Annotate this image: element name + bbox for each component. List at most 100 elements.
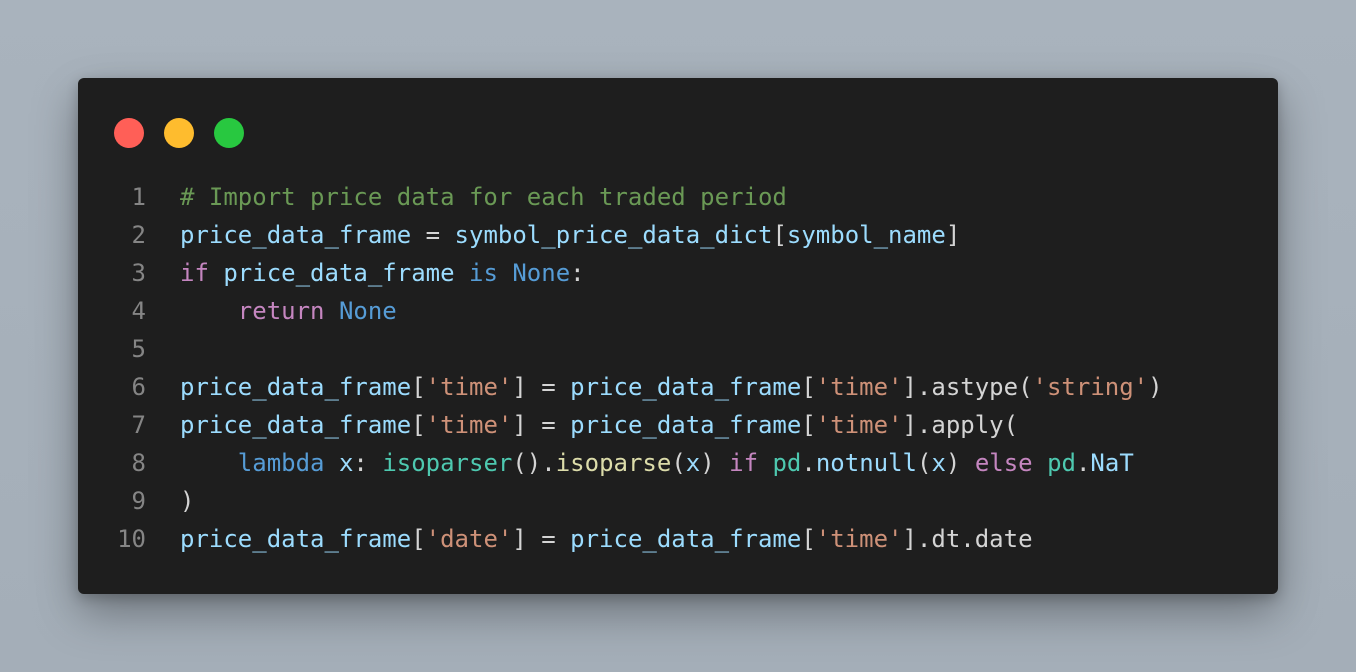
code-text: price_data_frame['date'] = price_data_fr… [180,520,1033,558]
code-token-plain: ) [1148,373,1163,401]
code-token-variable: NaT [1090,449,1134,477]
code-token-keyword-control: if [729,449,759,477]
code-token-plain: [ [801,373,816,401]
line-number: 2 [131,221,146,249]
code-token-plain: [ [801,525,816,553]
code-token-variable: price_data_frame [570,525,802,553]
code-token-plain: . [1075,449,1091,477]
code-line: 9) [106,482,1258,520]
code-token-variable: price_data_frame [180,221,412,249]
maximize-button[interactable] [214,118,244,148]
code-token-variable: x [338,449,354,477]
code-token-variable: price_data_frame [180,411,412,439]
code-token-string: 'time' [425,373,513,401]
code-text: price_data_frame = symbol_price_data_dic… [180,216,960,254]
line-number: 8 [131,449,146,477]
window-controls [114,118,244,148]
code-token-string: 'date' [425,525,513,553]
code-text: price_data_frame['time'] = price_data_fr… [180,368,1163,406]
code-line: 6 price_data_frame['time'] = price_data_f… [106,368,1258,406]
code-token-plain: : [353,449,383,477]
code-token-variable: price_data_frame [570,411,802,439]
code-token-keyword-control: else [974,449,1033,477]
code-text: lambda x: isoparser().isoparse(x) if pd.… [180,444,1134,482]
code-token-string: 'string' [1032,373,1149,401]
code-token-comment: # Import price data for each traded peri… [180,183,787,211]
code-token-class: pd [1047,449,1076,477]
code-token-keyword-control: if [180,259,209,287]
line-number: 9 [131,487,146,515]
code-token-variable: symbol_name [786,221,946,249]
line-number: 1 [131,183,146,211]
code-token-plain: ] = [512,373,571,401]
code-token-plain: ] = [512,525,571,553]
code-token-function: isoparse [555,449,672,477]
code-token-keyword: lambda [237,449,325,477]
code-block: 1 # Import price data for each traded per… [106,178,1258,558]
code-token-keyword-control: return [237,297,325,325]
code-token-class: isoparser [382,449,513,477]
code-token-plain: [ [772,221,787,249]
line-number: 3 [131,259,146,287]
code-token-variable: price_data_frame [570,373,802,401]
code-line: 7 price_data_frame['time'] = price_data_f… [106,406,1258,444]
code-token-plain: ] [945,221,961,249]
line-number: 5 [131,335,146,363]
code-token-plain: ] = [512,411,571,439]
line-number: 4 [131,297,146,325]
code-token-class: pd [772,449,802,477]
code-token-string: 'time' [425,411,513,439]
code-text: price_data_frame['time'] = price_data_fr… [180,406,1018,444]
code-token-string: 'time' [815,411,903,439]
code-token-plain: . [801,449,816,477]
code-token-keyword: is [469,259,498,287]
code-token-plain: ].astype( [902,373,1033,401]
code-token-string: 'time' [815,373,903,401]
code-line: 2 price_data_frame = symbol_price_data_di… [106,216,1258,254]
code-token-plain: ( [671,449,686,477]
code-line: 4 return None [106,292,1258,330]
code-token-keyword: None [338,297,397,325]
code-token-plain: ) [180,487,195,515]
code-token-variable: notnull [815,449,917,477]
code-token-plain: [ [411,373,426,401]
line-number: 10 [117,525,146,553]
code-text: return None [180,292,397,330]
code-line: 10 price_data_frame['date'] = price_data_… [106,520,1258,558]
code-text: # Import price data for each traded peri… [180,178,787,216]
line-number: 6 [131,373,146,401]
code-token-plain: ) [700,449,730,477]
line-number: 7 [131,411,146,439]
code-token-keyword: None [512,259,571,287]
code-token-variable: x [685,449,701,477]
code-text: ) [180,482,194,520]
code-window: 1 # Import price data for each traded per… [78,78,1278,594]
minimize-button[interactable] [164,118,194,148]
code-token-plain: ].apply( [902,411,1019,439]
code-token-plain: [ [411,411,426,439]
code-token-plain: : [570,259,585,287]
code-text: if price_data_frame is None: [180,254,585,292]
code-token-plain: ].dt.date [902,525,1033,553]
code-token-plain: ( [917,449,932,477]
code-token-string: 'time' [815,525,903,553]
code-token-plain: (). [512,449,556,477]
code-token-variable: price_data_frame [180,525,412,553]
close-button[interactable] [114,118,144,148]
code-line: 5 [106,330,1258,368]
code-token-plain: [ [411,525,426,553]
code-token-variable: symbol_price_data_dict [454,221,773,249]
code-token-variable: price_data_frame [180,373,412,401]
code-token-variable: x [931,449,946,477]
code-token-plain: = [411,221,455,249]
code-line: 3 if price_data_frame is None: [106,254,1258,292]
